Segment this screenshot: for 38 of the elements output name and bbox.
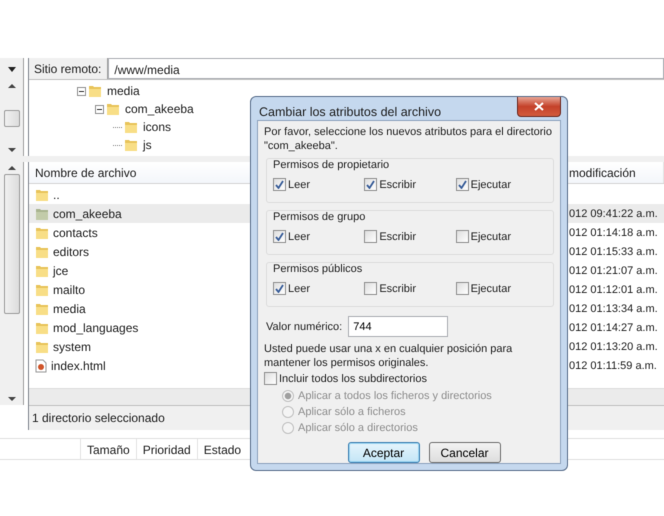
modified-date: 012 01:11:59 a.m.	[568, 360, 657, 372]
file-name: media	[53, 302, 86, 316]
intro-text: Por favor, seleccione los nuevos atributos para el directorio "com_akeeba".	[264, 125, 553, 153]
checkbox-label: Escribir	[379, 230, 416, 242]
modified-date: 012 01:12:01 a.m.	[568, 284, 658, 296]
checkbox-label: Escribir	[379, 178, 416, 190]
file-name: com_akeeba	[53, 206, 122, 220]
file-name: mailto	[53, 282, 86, 296]
modified-date: 012 01:14:27 a.m.	[568, 322, 658, 334]
checkbox-label: Leer	[288, 178, 310, 190]
radio-label: Aplicar a todos los ficheros y directorios	[298, 390, 492, 402]
numeric-label: Valor numérico:	[266, 320, 342, 332]
checkbox-label: Ejecutar	[470, 282, 512, 294]
checkbox-label: Incluir todos los subdirectorios	[279, 372, 427, 384]
file-name: mod_languages	[53, 320, 138, 334]
group-title: Permisos de grupo	[273, 210, 366, 224]
checkbox-label: Ejecutar	[470, 230, 512, 242]
modified-date: 012 01:21:07 a.m.	[568, 264, 658, 276]
file-name: editors	[53, 244, 90, 258]
modified-date: 012 09:41:22 a.m.	[568, 208, 658, 220]
checkbox-label: Leer	[288, 282, 310, 294]
file-name: contacts	[53, 226, 98, 240]
modified-date: 012 01:14:18 a.m.	[568, 226, 658, 238]
file-name: index.html	[51, 358, 106, 372]
modified-date: 012 01:13:34 a.m.	[568, 302, 658, 314]
checkbox-label: Ejecutar	[470, 178, 512, 190]
checkbox-label: Escribir	[379, 282, 416, 294]
checkbox-label: Leer	[288, 230, 310, 242]
modified-date: 012 01:13:20 a.m.	[568, 340, 658, 352]
file-name: ..	[53, 188, 60, 202]
dialog-title: Cambiar los atributos del archivo	[258, 104, 442, 119]
group-title: Permisos de propietario	[273, 158, 390, 172]
modified-date: 012 01:15:33 a.m.	[568, 246, 658, 258]
group-title: Permisos públicos	[273, 262, 364, 276]
file-name: system	[53, 340, 92, 354]
file-name: jce	[53, 264, 68, 278]
radio-label: Aplicar sólo a ficheros	[298, 406, 406, 418]
note-text: Usted puede usar una x en cualquier posición para mantener los permisos originales.	[264, 342, 514, 370]
